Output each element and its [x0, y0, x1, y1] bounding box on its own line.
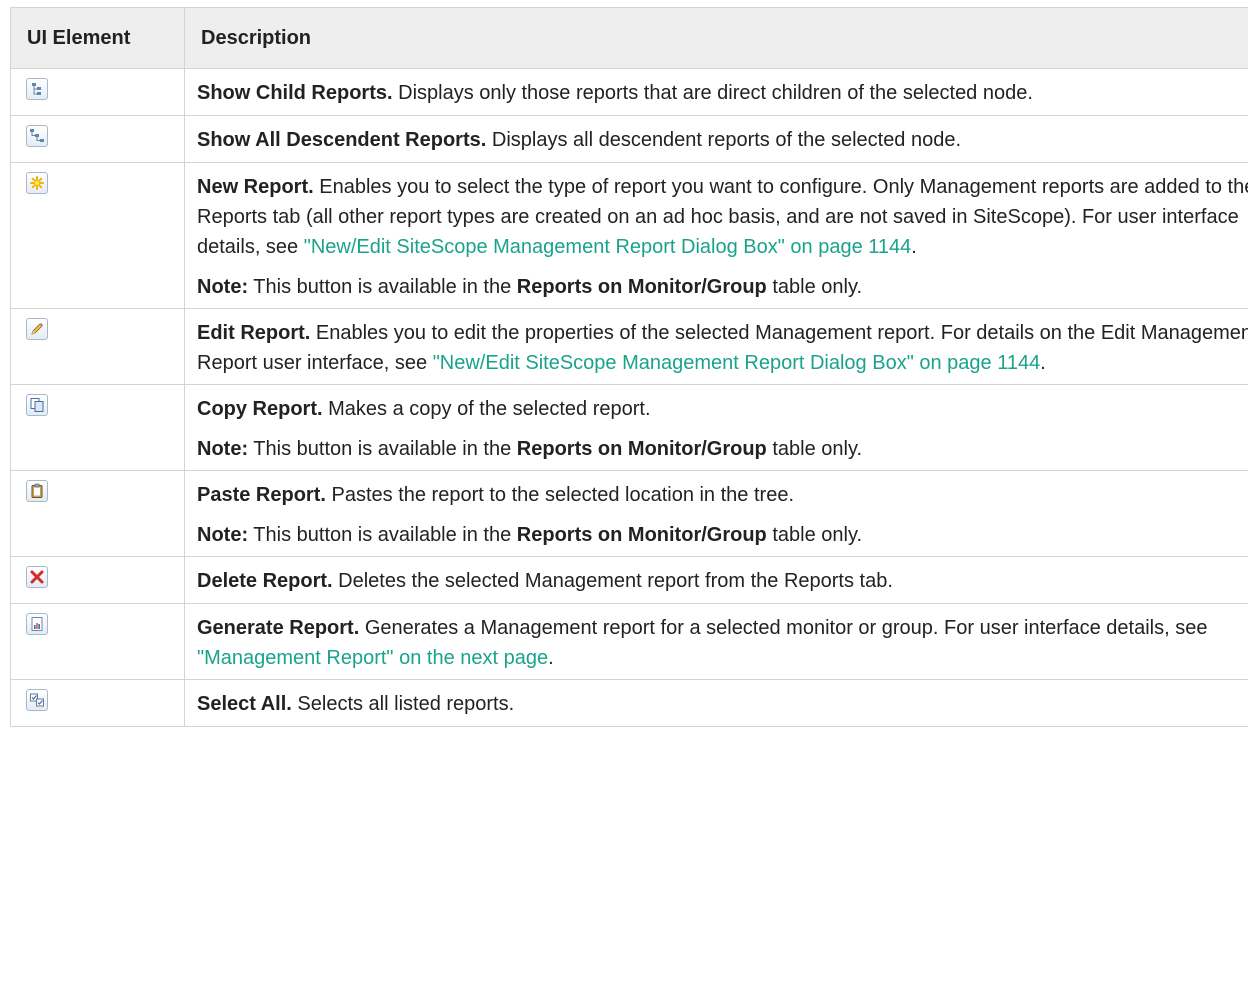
table-row: New Report. Enables you to select the ty… — [10, 162, 1248, 309]
ui-element-cell — [10, 308, 185, 385]
element-description: Deletes the selected Management report f… — [332, 570, 893, 592]
edit-report-icon[interactable] — [26, 318, 48, 340]
description-cell: Paste Report. Pastes the report to the s… — [184, 470, 1248, 557]
new-report-icon[interactable] — [26, 172, 48, 194]
show-all-descendent-reports-icon[interactable] — [26, 125, 48, 147]
ui-element-column-header: UI Element — [10, 7, 185, 69]
management-report-dialog-link[interactable]: "New/Edit SiteScope Management Report Di… — [433, 352, 1041, 374]
ui-element-cell — [10, 470, 185, 557]
table-row: Copy Report. Makes a copy of the selecte… — [10, 384, 1248, 471]
note-bold-text: Reports on Monitor/Group — [516, 438, 767, 460]
element-description: Generates a Management report for a sele… — [359, 617, 1208, 639]
delete-report-icon[interactable] — [26, 566, 48, 588]
note-label: Note: — [197, 524, 249, 546]
element-title: Show Child Reports. — [197, 82, 393, 104]
select-all-icon[interactable] — [26, 689, 48, 711]
ui-element-cell — [10, 603, 185, 680]
ui-element-cell — [10, 556, 185, 604]
ui-element-cell — [10, 115, 185, 163]
ui-elements-table: UI Element Description Show Child Report… — [10, 7, 1248, 727]
element-description: Selects all listed reports. — [291, 693, 515, 715]
paste-report-icon[interactable] — [26, 480, 48, 502]
note-bold-text: Reports on Monitor/Group — [516, 276, 767, 298]
table-row: Delete Report. Deletes the selected Mana… — [10, 556, 1248, 604]
table-header-row: UI Element Description — [10, 7, 1248, 69]
description-cell: Select All. Selects all listed reports. — [184, 679, 1248, 727]
management-report-link[interactable]: "Management Report" on the next page — [197, 647, 548, 669]
copy-report-icon[interactable] — [26, 394, 48, 416]
element-title: Delete Report. — [197, 570, 333, 592]
table-row: Show All Descendent Reports. Displays al… — [10, 115, 1248, 163]
ui-element-cell — [10, 679, 185, 727]
period: . — [1040, 352, 1046, 374]
element-title: Copy Report. — [197, 398, 323, 420]
note-text-end: table only. — [766, 438, 863, 460]
description-cell: Edit Report. Enables you to edit the pro… — [184, 308, 1248, 385]
show-child-reports-icon[interactable] — [26, 78, 48, 100]
ui-element-cell — [10, 162, 185, 309]
ui-element-cell — [10, 68, 185, 116]
table-row: Edit Report. Enables you to edit the pro… — [10, 308, 1248, 385]
description-column-header: Description — [184, 7, 1248, 69]
element-title: Show All Descendent Reports. — [197, 129, 487, 151]
element-title: Generate Report. — [197, 617, 360, 639]
element-title: Paste Report. — [197, 484, 326, 506]
description-cell: Show All Descendent Reports. Displays al… — [184, 115, 1248, 163]
element-title: New Report. — [197, 176, 314, 198]
table-row: Select All. Selects all listed reports. — [10, 679, 1248, 727]
description-cell: Show Child Reports. Displays only those … — [184, 68, 1248, 116]
description-cell: New Report. Enables you to select the ty… — [184, 162, 1248, 309]
element-description: Displays only those reports that are dir… — [392, 82, 1033, 104]
element-description: Pastes the report to the selected locati… — [325, 484, 794, 506]
management-report-dialog-link[interactable]: "New/Edit SiteScope Management Report Di… — [304, 236, 912, 258]
description-cell: Copy Report. Makes a copy of the selecte… — [184, 384, 1248, 471]
table-row: Paste Report. Pastes the report to the s… — [10, 470, 1248, 557]
note-text-end: table only. — [766, 276, 863, 298]
element-description: Makes a copy of the selected report. — [322, 398, 651, 420]
element-description: Displays all descendent reports of the s… — [486, 129, 962, 151]
element-title: Select All. — [197, 693, 292, 715]
note-text-end: table only. — [766, 524, 863, 546]
note-label: Note: — [197, 276, 249, 298]
note-text: This button is available in the — [248, 524, 517, 546]
note-label: Note: — [197, 438, 249, 460]
period: . — [548, 647, 554, 669]
table-row: Show Child Reports. Displays only those … — [10, 68, 1248, 116]
note-bold-text: Reports on Monitor/Group — [516, 524, 767, 546]
table-row: Generate Report. Generates a Management … — [10, 603, 1248, 680]
element-title: Edit Report. — [197, 322, 311, 344]
note-text: This button is available in the — [248, 438, 517, 460]
description-cell: Delete Report. Deletes the selected Mana… — [184, 556, 1248, 604]
ui-element-cell — [10, 384, 185, 471]
generate-report-icon[interactable] — [26, 613, 48, 635]
description-cell: Generate Report. Generates a Management … — [184, 603, 1248, 680]
note-text: This button is available in the — [248, 276, 517, 298]
period: . — [911, 236, 917, 258]
